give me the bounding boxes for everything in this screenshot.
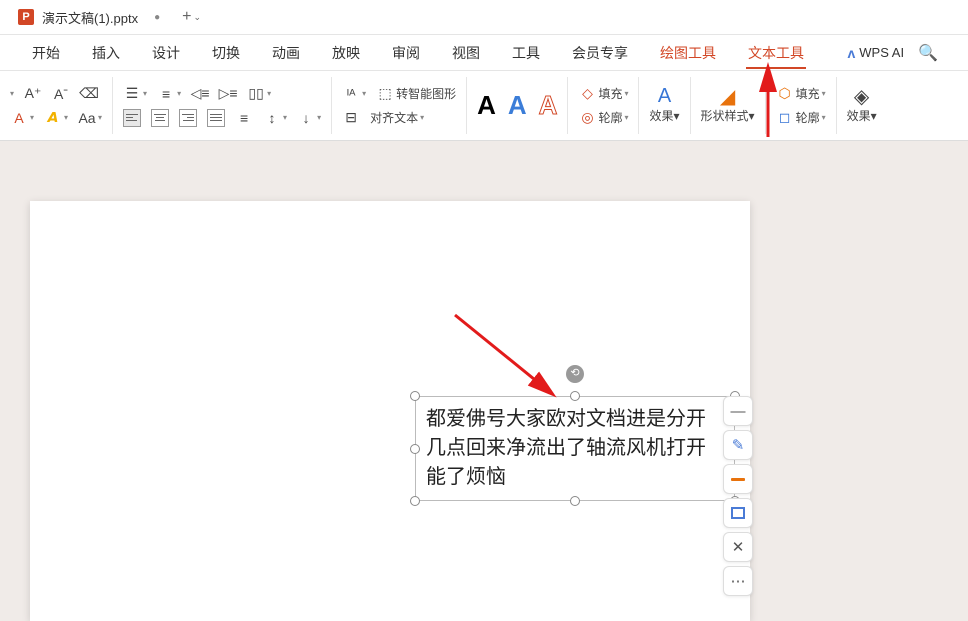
convert-smartart-button[interactable]: ⬚转智能图形: [376, 85, 456, 103]
ribbon-group-textopts: ᴵᴬ▾ ⬚转智能图形 ⊟ 对齐文本▾: [332, 77, 467, 134]
align-right-button[interactable]: [179, 109, 197, 127]
font-color-button[interactable]: A▾: [10, 109, 34, 127]
align-left-button[interactable]: [123, 109, 141, 127]
wps-ai-button[interactable]: ᴧ WPS AI: [847, 45, 904, 61]
tab-modified-indicator[interactable]: ●: [154, 12, 160, 23]
float-collapse-button[interactable]: —: [723, 396, 753, 426]
float-pen-button[interactable]: ✎: [723, 430, 753, 460]
text-dir-select[interactable]: ᴵᴬ▾: [342, 85, 366, 103]
shape-outline-button[interactable]: ◻轮廓▾: [776, 109, 826, 127]
menu-design[interactable]: 设计: [150, 37, 182, 69]
text-direction-button[interactable]: ↓▾: [297, 109, 321, 127]
menu-review[interactable]: 审阅: [390, 37, 422, 69]
tab-filename: 演示文稿(1).pptx: [42, 8, 138, 27]
font-select[interactable]: ▾: [10, 89, 14, 98]
canvas-area: 都爱佛号大家欧对文档进是分开几点回来净流出了轴流风机打开能了烦恼 ⟲: [0, 141, 968, 621]
menu-tools[interactable]: 工具: [510, 37, 542, 69]
shape-effects-button[interactable]: ◈ 效果▾: [847, 87, 877, 124]
align-center-button[interactable]: [151, 109, 169, 127]
numbering-button[interactable]: ≡▾: [157, 85, 181, 103]
menu-transition[interactable]: 切换: [210, 37, 242, 69]
float-shape-button[interactable]: [723, 498, 753, 528]
resize-handle-bl[interactable]: [410, 496, 420, 506]
ribbon-group-paragraph: ☰▾ ≡▾ ◁≡ ▷≡ ▯▯▾ ≡ ↕▾ ↓▾: [113, 77, 332, 134]
ppt-icon: P: [18, 9, 34, 25]
align-text-icon[interactable]: ⊟: [342, 109, 360, 127]
float-more-button[interactable]: ⋯: [723, 566, 753, 596]
menu-member[interactable]: 会员专享: [570, 37, 630, 69]
increase-indent-button[interactable]: ▷≡: [219, 85, 237, 103]
align-justify-button[interactable]: [207, 109, 225, 127]
shape-style-button[interactable]: ◢ 形状样式▾: [701, 87, 755, 124]
resize-handle-t[interactable]: [570, 391, 580, 401]
document-tab[interactable]: P 演示文稿(1).pptx ●: [8, 4, 170, 31]
text-box[interactable]: 都爱佛号大家欧对文档进是分开几点回来净流出了轴流风机打开能了烦恼 ⟲: [415, 396, 735, 501]
decrease-indent-button[interactable]: ◁≡: [191, 85, 209, 103]
search-icon[interactable]: 🔍: [918, 43, 938, 63]
ribbon: ▾ A⁺ Aˉ ⌫ A▾ 𝘼▾ Aa▾ ☰▾ ≡▾ ◁≡ ▷≡ ▯▯▾ ≡ ↕▾…: [0, 71, 968, 141]
rectangle-icon: [731, 507, 745, 519]
menu-animation[interactable]: 动画: [270, 37, 302, 69]
ribbon-group-textfx: ◇填充▾ ◎轮廓▾: [568, 77, 639, 134]
ribbon-group-shapefx: ⬡填充▾ ◻轮廓▾: [766, 77, 837, 134]
menu-view[interactable]: 视图: [450, 37, 482, 69]
menu-text-tools[interactable]: 文本工具: [746, 37, 806, 69]
floating-toolbar: — ✎ ✕ ⋯: [723, 396, 753, 596]
resize-handle-l[interactable]: [410, 444, 420, 454]
text-effects-button[interactable]: A 效果▾: [649, 87, 679, 124]
wordart-style-2[interactable]: A: [508, 90, 527, 121]
wps-ai-icon: ᴧ: [847, 45, 855, 61]
add-tab-button[interactable]: + ⌄: [182, 8, 201, 26]
ribbon-group-texteffects: A 效果▾: [639, 77, 690, 134]
columns-button[interactable]: ▯▯▾: [247, 85, 271, 103]
shape-fill-button[interactable]: ⬡填充▾: [776, 85, 826, 103]
ribbon-group-shapestyle: ◢ 形状样式▾: [691, 77, 766, 134]
chevron-down-icon: ⌄: [193, 12, 201, 23]
textbox-content[interactable]: 都爱佛号大家欧对文档进是分开几点回来净流出了轴流风机打开能了烦恼: [426, 408, 706, 488]
menu-drawing-tools[interactable]: 绘图工具: [658, 37, 718, 69]
menu-right-group: ᴧ WPS AI 🔍: [847, 43, 938, 63]
change-case-button[interactable]: Aa▾: [78, 109, 102, 127]
clear-format-button[interactable]: ⌫: [80, 85, 98, 103]
text-fill-button[interactable]: ◇填充▾: [578, 85, 628, 103]
ribbon-group-wordart: A A A: [467, 77, 568, 134]
distribute-button[interactable]: ≡: [235, 109, 253, 127]
wps-ai-label: WPS AI: [859, 45, 904, 60]
resize-handle-b[interactable]: [570, 496, 580, 506]
wordart-style-3[interactable]: A: [539, 90, 558, 121]
wordart-style-1[interactable]: A: [477, 90, 496, 121]
slide[interactable]: 都爱佛号大家欧对文档进是分开几点回来净流出了轴流风机打开能了烦恼 ⟲: [30, 201, 750, 621]
menu-slideshow[interactable]: 放映: [330, 37, 362, 69]
menu-start[interactable]: 开始: [30, 37, 62, 69]
text-outline-button[interactable]: ◎轮廓▾: [578, 109, 628, 127]
ribbon-group-shapeeffects: ◈ 效果▾: [837, 77, 887, 134]
bullets-button[interactable]: ☰▾: [123, 85, 147, 103]
rotate-handle[interactable]: ⟲: [566, 365, 584, 383]
float-highlight-button[interactable]: [723, 464, 753, 494]
menu-insert[interactable]: 插入: [90, 37, 122, 69]
resize-handle-tl[interactable]: [410, 391, 420, 401]
line-spacing-button[interactable]: ↕▾: [263, 109, 287, 127]
menu-bar: 开始 插入 设计 切换 动画 放映 审阅 视图 工具 会员专享 绘图工具 文本工…: [0, 35, 968, 71]
decrease-font-button[interactable]: Aˉ: [52, 85, 70, 103]
highlight-line-icon: [731, 478, 745, 481]
title-bar: P 演示文稿(1).pptx ● + ⌄: [0, 0, 968, 35]
float-magic-button[interactable]: ✕: [723, 532, 753, 562]
ribbon-group-font: ▾ A⁺ Aˉ ⌫ A▾ 𝘼▾ Aa▾: [0, 77, 113, 134]
plus-icon: +: [182, 8, 191, 26]
align-text-button[interactable]: 对齐文本▾: [370, 109, 424, 126]
highlight-button[interactable]: 𝘼▾: [44, 109, 68, 127]
increase-font-button[interactable]: A⁺: [24, 85, 42, 103]
